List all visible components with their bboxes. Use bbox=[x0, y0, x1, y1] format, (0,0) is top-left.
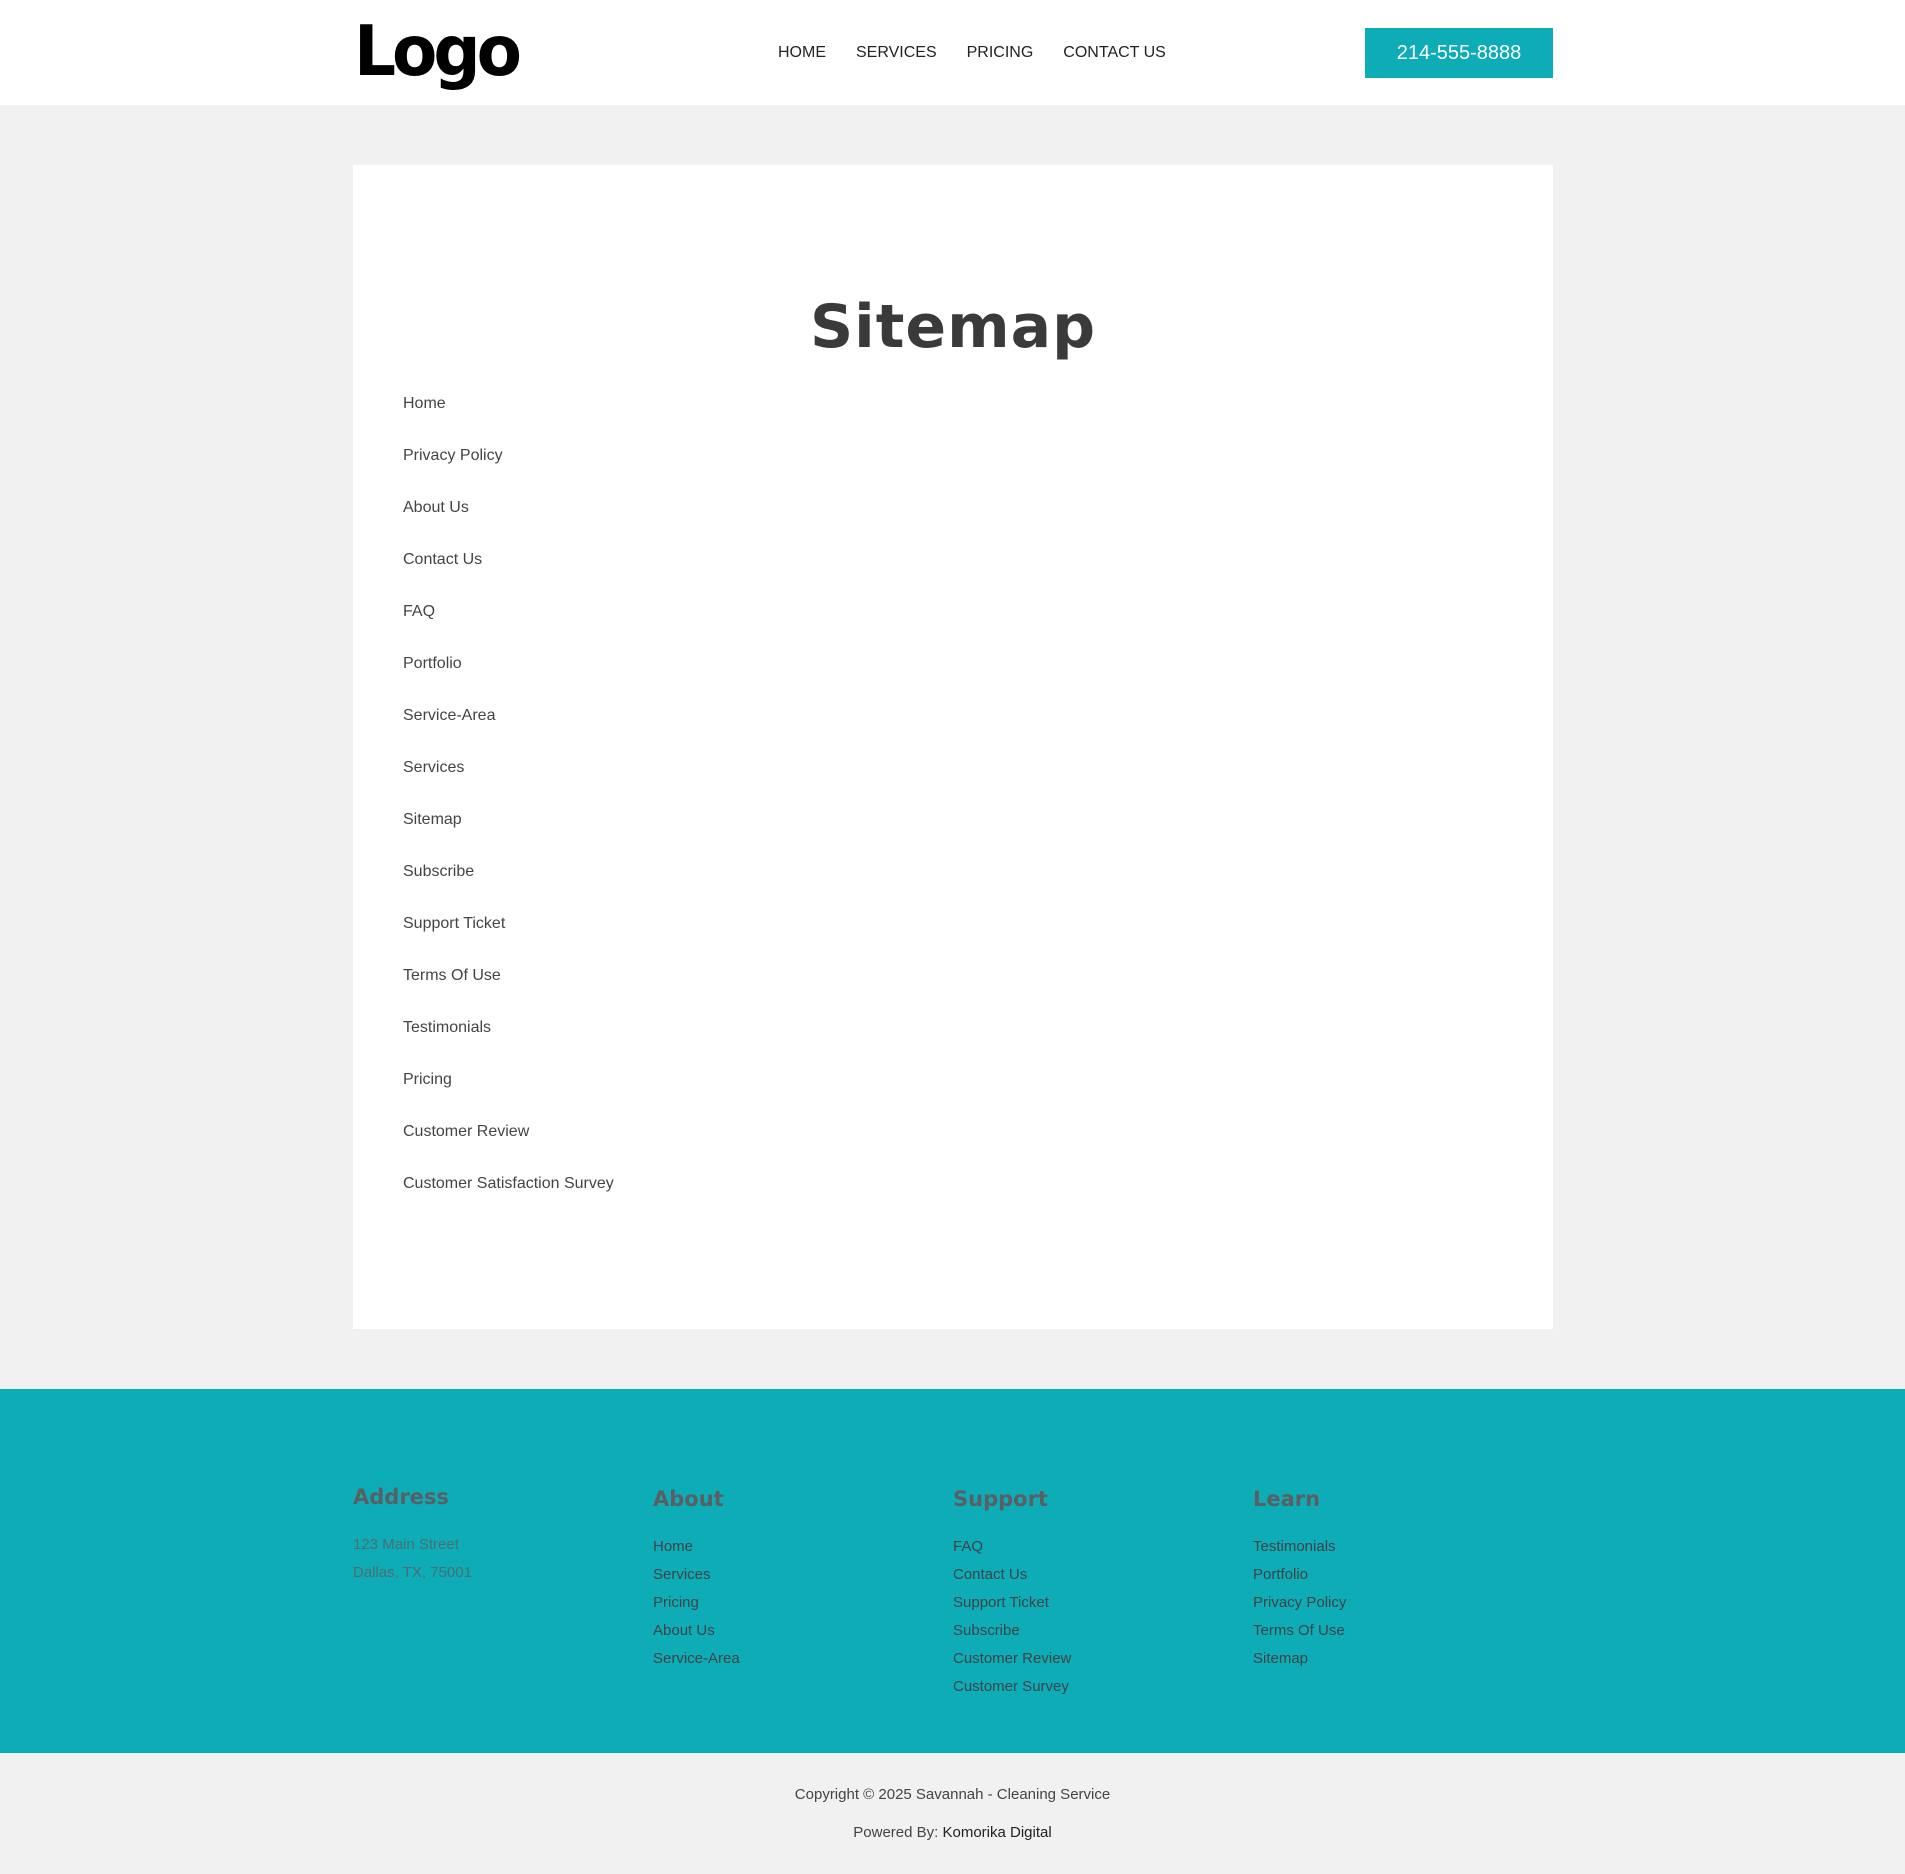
sitemap-link-testimonials[interactable]: Testimonials bbox=[403, 1019, 491, 1036]
footer-support-link[interactable]: FAQ bbox=[953, 1538, 983, 1555]
sitemap-link-services[interactable]: Services bbox=[403, 759, 464, 776]
footer-support-link[interactable]: Subscribe bbox=[953, 1622, 1020, 1639]
footer-learn-link[interactable]: Terms Of Use bbox=[1253, 1622, 1345, 1639]
footer-learn-link[interactable]: Portfolio bbox=[1253, 1566, 1308, 1583]
nav-home[interactable]: HOME bbox=[778, 44, 826, 62]
list-item: Contact Us bbox=[403, 551, 614, 603]
sitemap-link-terms-of-use[interactable]: Terms Of Use bbox=[403, 967, 501, 984]
copyright-bar: Copyright © 2025 Savannah - Cleaning Ser… bbox=[0, 1753, 1905, 1874]
sitemap-link-service-area[interactable]: Service-Area bbox=[403, 707, 495, 724]
footer-about-link[interactable]: Services bbox=[653, 1566, 711, 1583]
footer-learn-link[interactable]: Sitemap bbox=[1253, 1650, 1308, 1667]
list-item: Portfolio bbox=[403, 655, 614, 707]
list-item: Subscribe bbox=[403, 863, 614, 915]
list-item: Privacy Policy bbox=[403, 447, 614, 499]
site-header: Logo HOME SERVICES PRICING CONTACT US 21… bbox=[0, 0, 1905, 105]
main-nav: HOME SERVICES PRICING CONTACT US bbox=[778, 44, 1196, 62]
sitemap-link-home[interactable]: Home bbox=[403, 395, 446, 412]
sitemap-card: Sitemap Home Privacy Policy About Us Con… bbox=[353, 165, 1553, 1329]
list-item: Terms Of Use bbox=[403, 967, 614, 1019]
nav-services[interactable]: SERVICES bbox=[856, 44, 937, 62]
sitemap-list: Home Privacy Policy About Us Contact Us … bbox=[403, 395, 614, 1227]
powered-by-link[interactable]: Komorika Digital bbox=[943, 1824, 1052, 1841]
footer-support: Support FAQ Contact Us Support Ticket Su… bbox=[953, 1487, 1071, 1701]
nav-pricing[interactable]: PRICING bbox=[967, 44, 1034, 62]
copyright-text: Copyright © 2025 Savannah - Cleaning Ser… bbox=[794, 1786, 1111, 1803]
address-line-2: Dallas, TX, 75001 bbox=[353, 1564, 472, 1581]
footer-address: Address 123 Main Street Dallas, TX, 7500… bbox=[353, 1485, 472, 1587]
footer-support-link[interactable]: Support Ticket bbox=[953, 1594, 1049, 1611]
sitemap-link-faq[interactable]: FAQ bbox=[403, 603, 435, 620]
sitemap-link-customer-review[interactable]: Customer Review bbox=[403, 1123, 529, 1140]
list-item: Customer Review bbox=[403, 1123, 614, 1175]
sitemap-link-pricing[interactable]: Pricing bbox=[403, 1071, 452, 1088]
powered-by-label: Powered By: bbox=[853, 1824, 943, 1841]
footer-about-heading: About bbox=[653, 1487, 724, 1511]
list-item: Customer Satisfaction Survey bbox=[403, 1175, 614, 1227]
list-item: Sitemap bbox=[403, 811, 614, 863]
logo[interactable]: Logo bbox=[354, 10, 522, 94]
list-item: Support Ticket bbox=[403, 915, 614, 967]
sitemap-link-customer-satisfaction-survey[interactable]: Customer Satisfaction Survey bbox=[403, 1175, 614, 1192]
sitemap-link-support-ticket[interactable]: Support Ticket bbox=[403, 915, 505, 932]
powered-by: Powered By: Komorika Digital bbox=[0, 1824, 1905, 1841]
sitemap-link-about-us[interactable]: About Us bbox=[403, 499, 469, 516]
footer-about-link[interactable]: Service-Area bbox=[653, 1650, 740, 1667]
footer-learn-heading: Learn bbox=[1253, 1487, 1321, 1511]
footer-learn: Learn Testimonials Portfolio Privacy Pol… bbox=[1253, 1487, 1346, 1673]
page-title: Sitemap bbox=[809, 292, 1097, 362]
footer-support-link[interactable]: Customer Survey bbox=[953, 1678, 1069, 1695]
footer-support-link[interactable]: Customer Review bbox=[953, 1650, 1071, 1667]
footer-support-heading: Support bbox=[953, 1487, 1048, 1511]
footer-about-link[interactable]: About Us bbox=[653, 1622, 715, 1639]
sitemap-link-contact-us[interactable]: Contact Us bbox=[403, 551, 482, 568]
footer-learn-link[interactable]: Testimonials bbox=[1253, 1538, 1336, 1555]
footer-learn-link[interactable]: Privacy Policy bbox=[1253, 1594, 1346, 1611]
footer-about-link[interactable]: Pricing bbox=[653, 1594, 699, 1611]
list-item: About Us bbox=[403, 499, 614, 551]
list-item: Service-Area bbox=[403, 707, 614, 759]
sitemap-link-privacy-policy[interactable]: Privacy Policy bbox=[403, 447, 503, 464]
list-item: FAQ bbox=[403, 603, 614, 655]
list-item: Testimonials bbox=[403, 1019, 614, 1071]
list-item: Pricing bbox=[403, 1071, 614, 1123]
footer-address-heading: Address bbox=[353, 1485, 449, 1509]
footer-about: About Home Services Pricing About Us Ser… bbox=[653, 1487, 740, 1673]
sitemap-link-portfolio[interactable]: Portfolio bbox=[403, 655, 462, 672]
sitemap-link-subscribe[interactable]: Subscribe bbox=[403, 863, 474, 880]
list-item: Services bbox=[403, 759, 614, 811]
list-item: Home bbox=[403, 395, 614, 447]
footer-about-link[interactable]: Home bbox=[653, 1538, 693, 1555]
sitemap-link-sitemap[interactable]: Sitemap bbox=[403, 811, 462, 828]
nav-contact-us[interactable]: CONTACT US bbox=[1063, 44, 1166, 62]
address-line-1: 123 Main Street bbox=[353, 1536, 459, 1553]
phone-button[interactable]: 214-555-8888 bbox=[1365, 28, 1553, 78]
footer-support-link[interactable]: Contact Us bbox=[953, 1566, 1027, 1583]
site-footer: Address 123 Main Street Dallas, TX, 7500… bbox=[0, 1389, 1905, 1753]
